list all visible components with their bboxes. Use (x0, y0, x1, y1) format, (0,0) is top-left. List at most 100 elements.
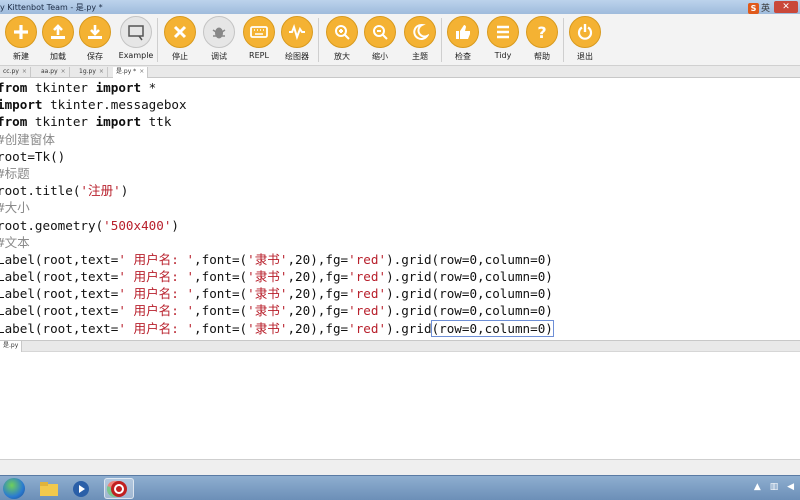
code-token: ).grid (386, 320, 432, 336)
code-token: ) (171, 217, 179, 233)
example-icon (120, 16, 152, 48)
shell-tabs: 是.py (0, 340, 800, 352)
file-explorer-icon[interactable] (34, 478, 64, 499)
code-string: ' 用户名: ' (118, 303, 195, 319)
tab-active-file[interactable]: 是.py * × (113, 67, 149, 78)
ide-app-icon[interactable] (104, 478, 134, 499)
plotter-button[interactable]: 绘图器 (276, 16, 318, 62)
ime-indicator[interactable]: S英 (747, 1, 770, 14)
help-button[interactable]: ? 帮助 (521, 16, 563, 62)
code-line: root=Tk() (0, 148, 800, 165)
file-tabs: cc.py × aa.py × 1g.py × 是.py * × (0, 66, 800, 78)
code-token: tkinter.messagebox (42, 97, 187, 113)
code-token: ).grid(row=0,column=0) (386, 303, 553, 319)
shell-pane[interactable] (0, 352, 800, 459)
code-token: ,font=( (194, 251, 248, 267)
code-token: tkinter (27, 114, 96, 130)
debug-button[interactable]: 调试 (198, 16, 240, 62)
code-line: #大小 (0, 199, 800, 216)
code-keyword: from (0, 114, 28, 130)
code-token: ,20),fg= (287, 303, 349, 319)
code-token: ) (120, 183, 129, 199)
code-line: Label(root,text=' 用户名: ',font=('隶书',20),… (0, 285, 800, 302)
power-icon (569, 16, 601, 48)
repl-button[interactable]: REPL (238, 16, 280, 60)
code-token: Label(root,text= (0, 251, 119, 267)
tray-arrow-icon[interactable]: ▲ (754, 482, 761, 492)
code-token: ,font=( (194, 269, 248, 285)
tab-close-icon[interactable]: × (22, 68, 27, 75)
code-editor[interactable]: from tkinter import * import tkinter.mess… (0, 78, 800, 340)
volume-icon[interactable]: ◀ (787, 482, 794, 492)
code-string: ' 用户名: ' (118, 251, 195, 267)
code-string: '隶书' (247, 251, 288, 267)
tab-cc[interactable]: cc.py × (0, 67, 31, 78)
media-player-icon[interactable] (66, 478, 96, 499)
code-token: Label(root,text= (0, 286, 119, 302)
check-button[interactable]: 检查 (442, 16, 484, 62)
code-token: ).grid(row=0,column=0) (386, 286, 553, 302)
code-keyword: import (0, 97, 43, 113)
stop-button[interactable]: 停止 (159, 16, 201, 62)
list-icon (487, 16, 519, 48)
keyboard-icon (243, 16, 275, 48)
code-string: '隶书' (247, 320, 288, 336)
window-title: y Kittenbot Team - 是.py * (0, 3, 103, 12)
quit-button[interactable]: 退出 (564, 16, 606, 62)
zoom-in-button[interactable]: 放大 (321, 16, 363, 62)
new-button[interactable]: 新建 (0, 16, 42, 62)
zoom-out-button[interactable]: 缩小 (359, 16, 401, 62)
code-line: Label(root,text=' 用户名: ',font=('隶书',20),… (0, 251, 800, 268)
tab-close-icon[interactable]: × (99, 68, 104, 75)
save-button[interactable]: 保存 (74, 16, 116, 62)
theme-button[interactable]: 主题 (399, 16, 441, 62)
code-string: ' 用户名: ' (118, 269, 195, 285)
start-button[interactable] (3, 478, 25, 499)
code-token: ,20),fg= (287, 251, 349, 267)
code-token: ttk (141, 114, 172, 130)
tab-1g[interactable]: 1g.py × (76, 67, 108, 78)
system-tray[interactable]: ▲ ▥ ◀ (754, 482, 794, 492)
code-token: ,20),fg= (287, 320, 349, 336)
code-line: Label(root,text=' 用户名: ',font=('隶书',20),… (0, 319, 800, 337)
tab-close-icon[interactable]: × (139, 68, 144, 75)
zoom-out-icon (364, 16, 396, 48)
code-string: 'red' (348, 251, 387, 267)
example-button[interactable]: Example (115, 16, 157, 60)
code-string: 'red' (348, 269, 387, 285)
status-bar (0, 459, 800, 475)
tab-aa[interactable]: aa.py × (38, 67, 70, 78)
code-string: '隶书' (247, 303, 288, 319)
code-text: from tkinter import * import tkinter.mess… (0, 78, 800, 337)
tab-close-icon[interactable]: × (61, 68, 66, 75)
code-token: tkinter (27, 80, 96, 95)
tab-shell-file[interactable]: 是.py (0, 341, 23, 352)
window-close-button[interactable]: ✕ (774, 1, 798, 13)
code-keyword: import (95, 80, 142, 95)
help-icon: ? (526, 16, 558, 48)
code-line: #标题 (0, 165, 800, 182)
code-string: ' 用户名: ' (118, 320, 195, 336)
code-token: ,font=( (194, 303, 248, 319)
code-comment: #创建窗体 (0, 131, 55, 147)
network-icon[interactable]: ▥ (770, 482, 779, 492)
code-line: import tkinter.messagebox (0, 96, 800, 113)
code-token: ,font=( (194, 320, 248, 336)
code-string: 'red' (348, 286, 387, 302)
code-comment: #标题 (0, 165, 30, 181)
tab-label: 是.py * (116, 68, 137, 75)
code-line: Label(root,text=' 用户名: ',font=('隶书',20),… (0, 268, 800, 285)
code-string: '注册' (80, 183, 121, 199)
tab-label: aa.py (41, 68, 58, 75)
code-keyword: from (0, 80, 28, 95)
code-token: ,font=( (194, 286, 248, 302)
code-string: '隶书' (247, 269, 288, 285)
code-token: Label(root,text= (0, 269, 119, 285)
code-line: Label(root,text=' 用户名: ',font=('隶书',20),… (0, 302, 800, 319)
code-comment: #大小 (0, 200, 30, 216)
code-comment: #文本 (0, 234, 30, 250)
code-string: ' 用户名: ' (118, 286, 195, 302)
load-button[interactable]: 加载 (37, 16, 79, 62)
zoom-in-icon (326, 16, 358, 48)
tidy-button[interactable]: Tidy (482, 16, 524, 60)
